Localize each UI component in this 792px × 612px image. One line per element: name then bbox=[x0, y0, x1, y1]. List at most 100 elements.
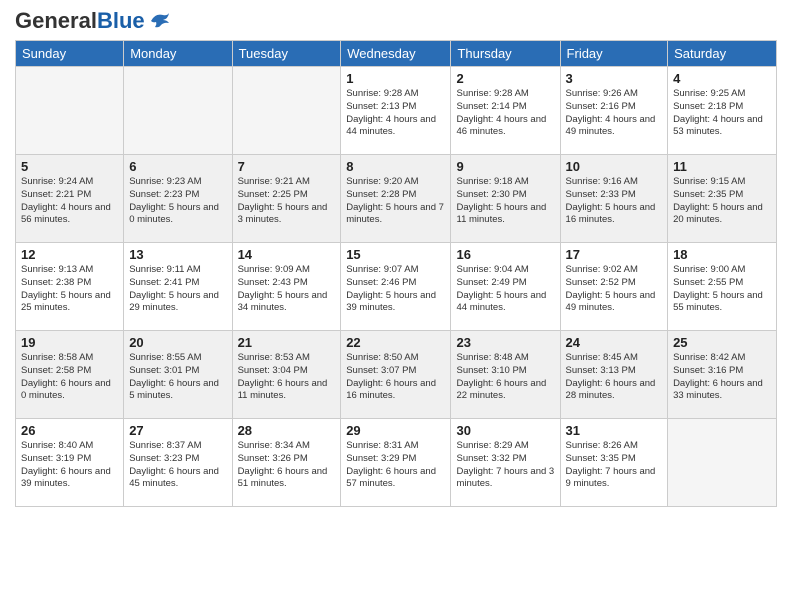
day-info: Sunrise: 9:00 AM Sunset: 2:55 PM Dayligh… bbox=[673, 264, 771, 315]
day-number: 20 bbox=[129, 335, 226, 350]
calendar-cell: 20 Sunrise: 8:55 AM Sunset: 3:01 PM Dayli… bbox=[124, 331, 232, 419]
calendar-week-row: 26 Sunrise: 8:40 AM Sunset: 3:19 PM Dayli… bbox=[16, 419, 777, 507]
day-info: Sunrise: 9:11 AM Sunset: 2:41 PM Dayligh… bbox=[129, 264, 226, 315]
calendar-cell: 14 Sunrise: 9:09 AM Sunset: 2:43 PM Dayli… bbox=[232, 243, 341, 331]
day-number: 19 bbox=[21, 335, 118, 350]
calendar-cell: 15 Sunrise: 9:07 AM Sunset: 2:46 PM Dayli… bbox=[341, 243, 451, 331]
day-info: Sunrise: 8:40 AM Sunset: 3:19 PM Dayligh… bbox=[21, 440, 118, 491]
day-info: Sunrise: 9:02 AM Sunset: 2:52 PM Dayligh… bbox=[566, 264, 663, 315]
day-info: Sunrise: 9:23 AM Sunset: 2:23 PM Dayligh… bbox=[129, 176, 226, 227]
day-info: Sunrise: 8:29 AM Sunset: 3:32 PM Dayligh… bbox=[456, 440, 554, 491]
day-info: Sunrise: 9:09 AM Sunset: 2:43 PM Dayligh… bbox=[238, 264, 336, 315]
weekday-friday: Friday bbox=[560, 41, 668, 67]
day-info: Sunrise: 8:48 AM Sunset: 3:10 PM Dayligh… bbox=[456, 352, 554, 403]
logo: GeneralBlue bbox=[15, 10, 171, 32]
day-number: 15 bbox=[346, 247, 445, 262]
calendar-cell: 7Sunrise: 9:21 AM Sunset: 2:25 PM Daylig… bbox=[232, 155, 341, 243]
day-info: Sunrise: 9:28 AM Sunset: 2:14 PM Dayligh… bbox=[456, 88, 554, 139]
calendar-cell bbox=[16, 67, 124, 155]
day-number: 12 bbox=[21, 247, 118, 262]
day-info: Sunrise: 8:58 AM Sunset: 2:58 PM Dayligh… bbox=[21, 352, 118, 403]
day-number: 10 bbox=[566, 159, 663, 174]
day-number: 16 bbox=[456, 247, 554, 262]
weekday-thursday: Thursday bbox=[451, 41, 560, 67]
weekday-saturday: Saturday bbox=[668, 41, 777, 67]
calendar-cell: 9 Sunrise: 9:18 AM Sunset: 2:30 PM Daylig… bbox=[451, 155, 560, 243]
day-number: 17 bbox=[566, 247, 663, 262]
weekday-wednesday: Wednesday bbox=[341, 41, 451, 67]
weekday-header-row: SundayMondayTuesdayWednesdayThursdayFrid… bbox=[16, 41, 777, 67]
day-info: Sunrise: 8:34 AM Sunset: 3:26 PM Dayligh… bbox=[238, 440, 336, 491]
day-number: 30 bbox=[456, 423, 554, 438]
day-number: 21 bbox=[238, 335, 336, 350]
day-info: Sunrise: 9:13 AM Sunset: 2:38 PM Dayligh… bbox=[21, 264, 118, 315]
calendar-cell: 4 Sunrise: 9:25 AM Sunset: 2:18 PM Daylig… bbox=[668, 67, 777, 155]
day-info: Sunrise: 8:31 AM Sunset: 3:29 PM Dayligh… bbox=[346, 440, 445, 491]
day-number: 4 bbox=[673, 71, 771, 86]
day-number: 9 bbox=[456, 159, 554, 174]
day-info: Sunrise: 8:42 AM Sunset: 3:16 PM Dayligh… bbox=[673, 352, 771, 403]
day-number: 31 bbox=[566, 423, 663, 438]
day-info: Sunrise: 9:07 AM Sunset: 2:46 PM Dayligh… bbox=[346, 264, 445, 315]
day-info: Sunrise: 9:26 AM Sunset: 2:16 PM Dayligh… bbox=[566, 88, 663, 139]
calendar-week-row: 19 Sunrise: 8:58 AM Sunset: 2:58 PM Dayli… bbox=[16, 331, 777, 419]
weekday-sunday: Sunday bbox=[16, 41, 124, 67]
calendar-cell: 21 Sunrise: 8:53 AM Sunset: 3:04 PM Dayli… bbox=[232, 331, 341, 419]
calendar-cell: 2 Sunrise: 9:28 AM Sunset: 2:14 PM Daylig… bbox=[451, 67, 560, 155]
day-number: 18 bbox=[673, 247, 771, 262]
day-info: Sunrise: 9:15 AM Sunset: 2:35 PM Dayligh… bbox=[673, 176, 771, 227]
calendar-cell: 13 Sunrise: 9:11 AM Sunset: 2:41 PM Dayli… bbox=[124, 243, 232, 331]
day-number: 8 bbox=[346, 159, 445, 174]
calendar-cell bbox=[124, 67, 232, 155]
day-number: 7 bbox=[238, 159, 336, 174]
calendar-cell: 1 Sunrise: 9:28 AM Sunset: 2:13 PM Daylig… bbox=[341, 67, 451, 155]
calendar-cell: 19 Sunrise: 8:58 AM Sunset: 2:58 PM Dayli… bbox=[16, 331, 124, 419]
calendar-cell: 8 Sunrise: 9:20 AM Sunset: 2:28 PM Daylig… bbox=[341, 155, 451, 243]
calendar-cell: 31 Sunrise: 8:26 AM Sunset: 3:35 PM Dayli… bbox=[560, 419, 668, 507]
calendar-cell: 23 Sunrise: 8:48 AM Sunset: 3:10 PM Dayli… bbox=[451, 331, 560, 419]
day-info: Sunrise: 8:55 AM Sunset: 3:01 PM Dayligh… bbox=[129, 352, 226, 403]
calendar-cell: 11 Sunrise: 9:15 AM Sunset: 2:35 PM Dayli… bbox=[668, 155, 777, 243]
calendar-week-row: 5 Sunrise: 9:24 AM Sunset: 2:21 PM Daylig… bbox=[16, 155, 777, 243]
weekday-tuesday: Tuesday bbox=[232, 41, 341, 67]
day-info: Sunrise: 9:04 AM Sunset: 2:49 PM Dayligh… bbox=[456, 264, 554, 315]
day-number: 26 bbox=[21, 423, 118, 438]
day-number: 1 bbox=[346, 71, 445, 86]
day-number: 6 bbox=[129, 159, 226, 174]
day-number: 14 bbox=[238, 247, 336, 262]
calendar-cell: 16 Sunrise: 9:04 AM Sunset: 2:49 PM Dayli… bbox=[451, 243, 560, 331]
day-number: 27 bbox=[129, 423, 226, 438]
weekday-monday: Monday bbox=[124, 41, 232, 67]
day-info: Sunrise: 8:26 AM Sunset: 3:35 PM Dayligh… bbox=[566, 440, 663, 491]
header: GeneralBlue bbox=[15, 10, 777, 32]
calendar-cell bbox=[668, 419, 777, 507]
calendar-cell: 6 Sunrise: 9:23 AM Sunset: 2:23 PM Daylig… bbox=[124, 155, 232, 243]
day-info: Sunrise: 8:45 AM Sunset: 3:13 PM Dayligh… bbox=[566, 352, 663, 403]
day-info: Sunrise: 9:18 AM Sunset: 2:30 PM Dayligh… bbox=[456, 176, 554, 227]
calendar-cell: 18 Sunrise: 9:00 AM Sunset: 2:55 PM Dayli… bbox=[668, 243, 777, 331]
day-info: Sunrise: 8:53 AM Sunset: 3:04 PM Dayligh… bbox=[238, 352, 336, 403]
calendar-cell: 24 Sunrise: 8:45 AM Sunset: 3:13 PM Dayli… bbox=[560, 331, 668, 419]
day-info: Sunrise: 9:20 AM Sunset: 2:28 PM Dayligh… bbox=[346, 176, 445, 227]
day-info: Sunrise: 9:24 AM Sunset: 2:21 PM Dayligh… bbox=[21, 176, 118, 227]
day-number: 23 bbox=[456, 335, 554, 350]
day-number: 29 bbox=[346, 423, 445, 438]
logo-general: GeneralBlue bbox=[15, 10, 145, 32]
calendar-cell: 3Sunrise: 9:26 AM Sunset: 2:16 PM Daylig… bbox=[560, 67, 668, 155]
calendar-week-row: 1 Sunrise: 9:28 AM Sunset: 2:13 PM Daylig… bbox=[16, 67, 777, 155]
calendar-cell: 28Sunrise: 8:34 AM Sunset: 3:26 PM Dayli… bbox=[232, 419, 341, 507]
calendar-cell: 10Sunrise: 9:16 AM Sunset: 2:33 PM Dayli… bbox=[560, 155, 668, 243]
day-info: Sunrise: 9:25 AM Sunset: 2:18 PM Dayligh… bbox=[673, 88, 771, 139]
day-number: 11 bbox=[673, 159, 771, 174]
day-number: 5 bbox=[21, 159, 118, 174]
calendar-cell: 29 Sunrise: 8:31 AM Sunset: 3:29 PM Dayli… bbox=[341, 419, 451, 507]
calendar-week-row: 12 Sunrise: 9:13 AM Sunset: 2:38 PM Dayli… bbox=[16, 243, 777, 331]
day-number: 24 bbox=[566, 335, 663, 350]
day-number: 13 bbox=[129, 247, 226, 262]
logo-bird-icon bbox=[149, 11, 171, 31]
day-info: Sunrise: 9:28 AM Sunset: 2:13 PM Dayligh… bbox=[346, 88, 445, 139]
day-info: Sunrise: 8:37 AM Sunset: 3:23 PM Dayligh… bbox=[129, 440, 226, 491]
calendar-cell: 26 Sunrise: 8:40 AM Sunset: 3:19 PM Dayli… bbox=[16, 419, 124, 507]
day-number: 2 bbox=[456, 71, 554, 86]
calendar-cell bbox=[232, 67, 341, 155]
